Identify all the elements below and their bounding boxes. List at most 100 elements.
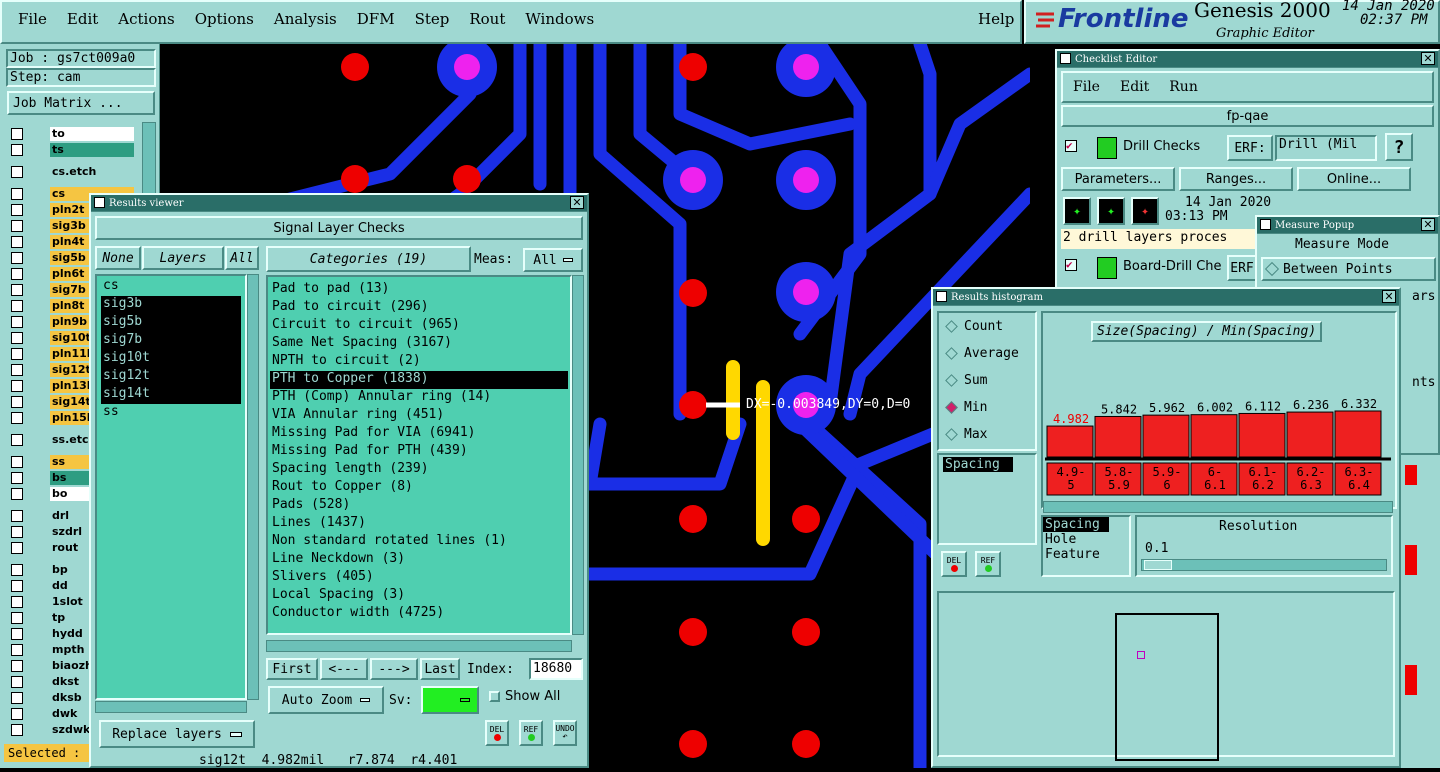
layer-checkbox[interactable] (11, 348, 23, 360)
layer-affected-box[interactable] (30, 412, 42, 424)
layer-row[interactable]: to (6, 126, 142, 142)
feature-list-item[interactable]: Feature (1043, 547, 1129, 562)
slider-thumb[interactable] (1144, 560, 1172, 570)
category-item[interactable]: Same Net Spacing (3167) (270, 335, 568, 353)
layer-affected-box[interactable] (30, 188, 42, 200)
hist-ref-button[interactable]: REF (975, 551, 1001, 577)
close-icon[interactable]: ✕ (1421, 52, 1435, 65)
erf2-button[interactable]: ERF (1227, 255, 1257, 281)
layer-affected-box[interactable] (30, 348, 42, 360)
category-item[interactable]: Circuit to circuit (965) (270, 317, 568, 335)
layer-affected-box[interactable] (30, 692, 42, 704)
layer-checkbox[interactable] (11, 144, 23, 156)
menu-options[interactable]: Options (185, 10, 264, 28)
job-matrix-button[interactable]: Job Matrix ... (7, 91, 155, 115)
layer-affected-box[interactable] (30, 364, 42, 376)
layer-name[interactable]: to (50, 127, 134, 141)
layer-checkbox[interactable] (11, 542, 23, 554)
layer-checkbox[interactable] (11, 332, 23, 344)
stat-option[interactable]: Average (939, 340, 1035, 367)
layer-affected-box[interactable] (30, 580, 42, 592)
measure-option-partial[interactable]: ars (1412, 289, 1435, 304)
result-layer-item[interactable]: sig5b (101, 314, 241, 332)
layer-checkbox[interactable] (11, 472, 23, 484)
menu-rout[interactable]: Rout (459, 10, 515, 28)
checklist-menu-edit[interactable]: Edit (1110, 79, 1159, 95)
histogram-bar[interactable] (1046, 425, 1094, 458)
between-points-option[interactable]: Between Points (1261, 257, 1436, 281)
layer-checkbox[interactable] (11, 456, 23, 468)
stat-option[interactable]: Sum (939, 367, 1035, 394)
menu-analysis[interactable]: Analysis (264, 10, 347, 28)
menu-dfm[interactable]: DFM (347, 10, 405, 28)
category-item[interactable]: PTH (Comp) Annular ring (14) (270, 389, 568, 407)
layer-checkbox[interactable] (11, 596, 23, 608)
layer-checkbox[interactable] (11, 220, 23, 232)
layer-affected-box[interactable] (30, 724, 42, 736)
layer-affected-box[interactable] (30, 236, 42, 248)
layer-checkbox[interactable] (11, 316, 23, 328)
layer-checkbox[interactable] (11, 166, 23, 178)
category-item[interactable]: NPTH to circuit (2) (270, 353, 568, 371)
layer-checkbox[interactable] (11, 364, 23, 376)
ranges-button[interactable]: Ranges... (1179, 167, 1293, 191)
layer-affected-box[interactable] (30, 396, 42, 408)
close-icon[interactable]: ✕ (1421, 218, 1435, 231)
layer-affected-box[interactable] (30, 204, 42, 216)
category-item[interactable]: Slivers (405) (270, 569, 568, 587)
layer-checkbox[interactable] (11, 380, 23, 392)
layer-affected-box[interactable] (30, 252, 42, 264)
layer-checkbox[interactable] (11, 526, 23, 538)
menu-file[interactable]: File (8, 10, 57, 28)
checklist-menu-run[interactable]: Run (1159, 79, 1208, 95)
result-layer-item[interactable]: sig7b (101, 332, 241, 350)
layer-checkbox[interactable] (11, 660, 23, 672)
none-button[interactable]: None (95, 246, 141, 270)
sv-color-select[interactable] (421, 686, 479, 714)
layer-checkbox[interactable] (11, 412, 23, 424)
layer-affected-box[interactable] (30, 660, 42, 672)
show-all-checkbox[interactable] (489, 691, 500, 702)
layer-affected-box[interactable] (30, 128, 42, 140)
category-item[interactable]: Pads (528) (270, 497, 568, 515)
erf-button[interactable]: ERF: (1227, 135, 1273, 161)
menu-actions[interactable]: Actions (108, 10, 184, 28)
category-item[interactable]: Rout to Copper (8) (270, 479, 568, 497)
layer-checkbox[interactable] (11, 510, 23, 522)
layer-checkbox[interactable] (11, 612, 23, 624)
stat-option[interactable]: Count (939, 313, 1035, 340)
close-icon[interactable]: ✕ (570, 196, 584, 209)
layer-checkbox[interactable] (11, 284, 23, 296)
histogram-bar[interactable] (1190, 414, 1238, 458)
menu-help[interactable]: Help (968, 10, 1024, 28)
last-button[interactable]: Last (420, 658, 460, 680)
category-item[interactable]: Non standard rotated lines (1) (270, 533, 568, 551)
check2-checkbox[interactable]: ✔ (1065, 259, 1077, 271)
feature-list-item[interactable]: Spacing (1043, 517, 1109, 532)
layer-affected-box[interactable] (30, 488, 42, 500)
histogram-hscroll[interactable] (1043, 501, 1393, 513)
del-button[interactable]: DEL (485, 720, 509, 746)
layer-checkbox[interactable] (11, 628, 23, 640)
help-question-button[interactable]: ? (1385, 133, 1413, 161)
layer-checkbox[interactable] (11, 692, 23, 704)
checklist-menu-file[interactable]: File (1063, 79, 1110, 95)
layer-affected-box[interactable] (30, 708, 42, 720)
layer-affected-box[interactable] (30, 472, 42, 484)
layer-affected-box[interactable] (30, 220, 42, 232)
layer-checkbox[interactable] (11, 396, 23, 408)
menu-edit[interactable]: Edit (57, 10, 108, 28)
hist-del-button[interactable]: DEL (941, 551, 967, 577)
layer-affected-box[interactable] (30, 166, 42, 178)
layer-affected-box[interactable] (30, 300, 42, 312)
histogram-bar[interactable] (1094, 415, 1142, 458)
histogram-bar[interactable] (1286, 411, 1334, 458)
layer-checkbox[interactable] (11, 676, 23, 688)
category-item[interactable]: PTH to Copper (1838) (270, 371, 568, 389)
check1-checkbox[interactable]: ✔ (1065, 140, 1077, 152)
layer-results-vscroll[interactable] (247, 274, 259, 700)
run-icon-button[interactable]: ✦ (1063, 197, 1091, 225)
close-icon[interactable]: ✕ (1382, 290, 1396, 303)
menu-windows[interactable]: Windows (515, 10, 604, 28)
category-item[interactable]: Pad to circuit (296) (270, 299, 568, 317)
